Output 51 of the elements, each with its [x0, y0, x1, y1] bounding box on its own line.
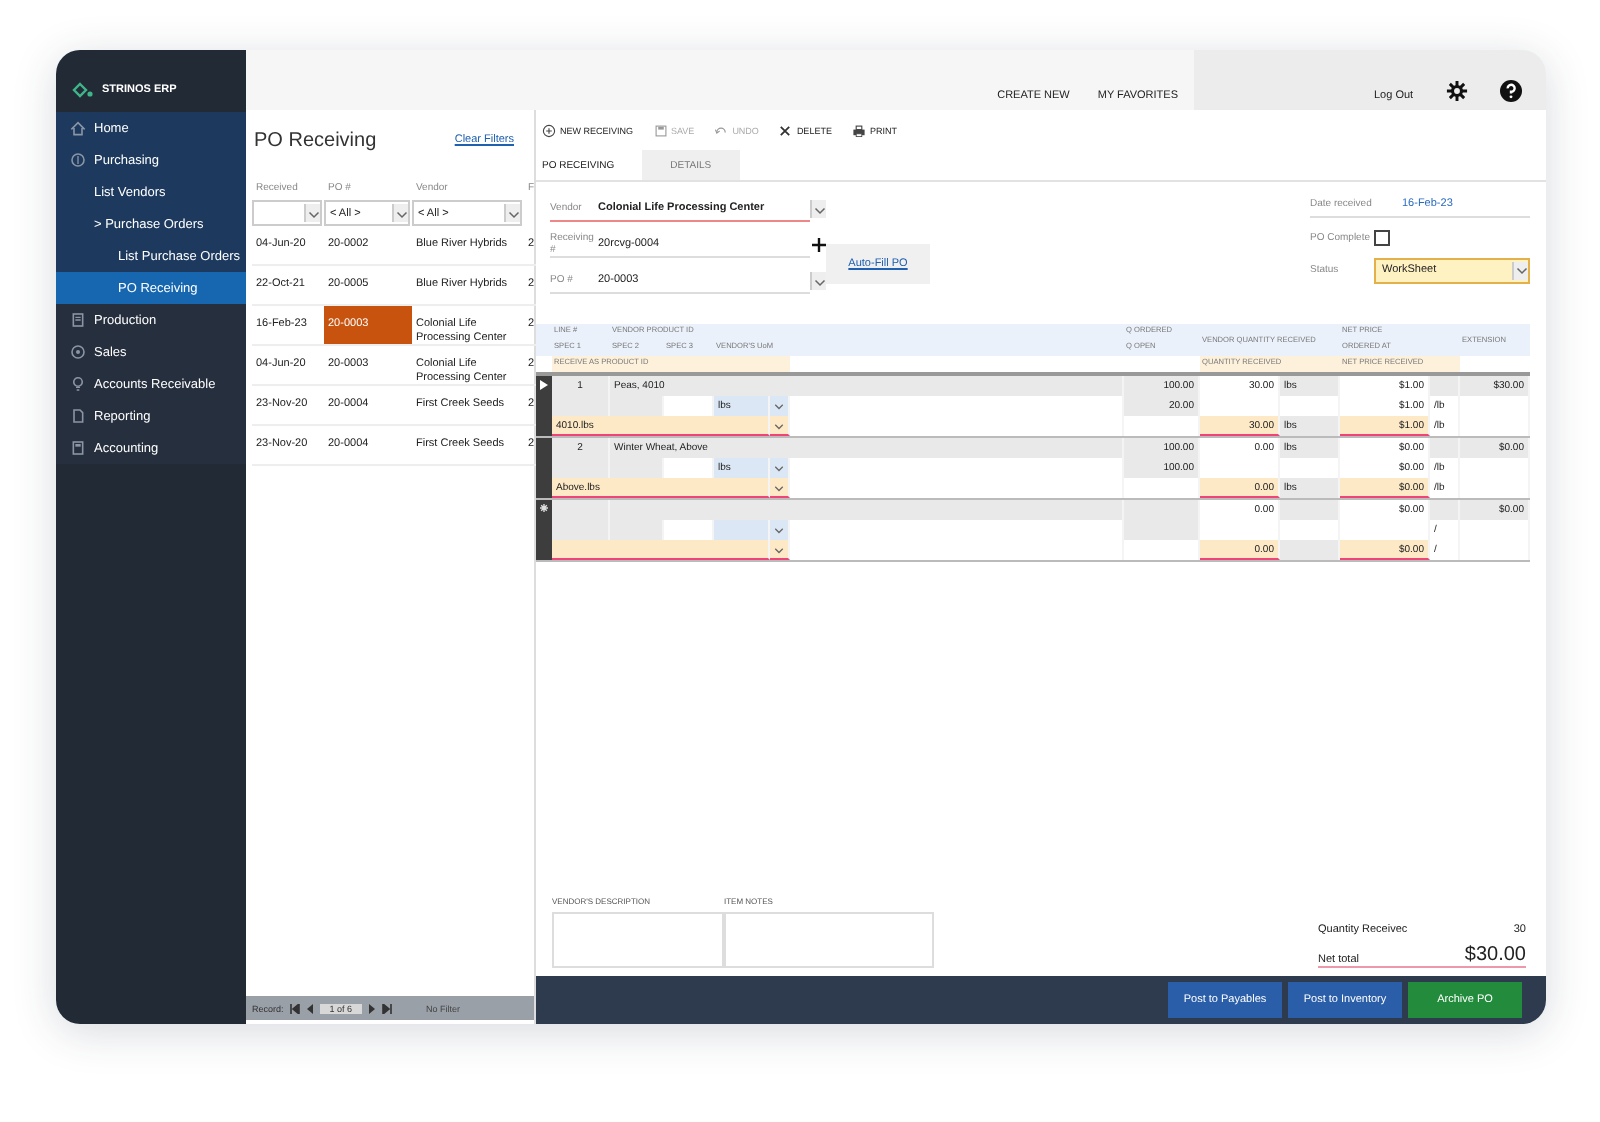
table-cell — [1430, 500, 1460, 520]
table-cell — [552, 458, 610, 478]
vendor-description-field[interactable] — [552, 912, 724, 968]
item-notes-field[interactable] — [724, 912, 934, 968]
record-selector[interactable] — [536, 376, 552, 436]
previous-record-icon[interactable] — [305, 1003, 314, 1013]
asterisk-icon — [540, 504, 548, 512]
clipboard-icon — [70, 312, 86, 328]
table-cell — [1280, 540, 1340, 560]
table-cell — [714, 520, 770, 540]
table-cell — [552, 500, 610, 520]
last-record-icon[interactable] — [382, 1003, 393, 1013]
undo-icon — [714, 123, 729, 137]
first-record-icon[interactable] — [289, 1003, 300, 1013]
calculator-icon — [70, 440, 86, 456]
next-record-icon[interactable] — [368, 1003, 377, 1013]
table-cell — [1124, 500, 1200, 520]
help-icon[interactable] — [1499, 80, 1522, 102]
total-value: $30.00 — [1464, 944, 1526, 966]
receive-as-field[interactable] — [552, 540, 770, 560]
lightbulb-icon — [70, 376, 86, 392]
po-complete-checkbox[interactable] — [1374, 230, 1390, 246]
dropdown-button[interactable] — [810, 272, 826, 290]
delete-icon — [778, 123, 793, 137]
dropdown-button[interactable] — [810, 200, 826, 218]
record-selector[interactable] — [536, 500, 552, 560]
caret-icon[interactable] — [304, 204, 320, 222]
panel-title: PO Receiving — [254, 129, 377, 151]
document-icon — [70, 408, 86, 424]
table-cell — [552, 396, 610, 416]
caret-icon[interactable] — [1512, 261, 1528, 279]
plus-icon[interactable] — [811, 238, 825, 252]
caret-icon[interactable] — [392, 204, 408, 222]
play-icon — [540, 380, 548, 390]
settings-icon[interactable] — [1445, 80, 1468, 102]
logo-icon — [72, 81, 94, 97]
table-cell — [1430, 438, 1460, 458]
table-cell — [552, 520, 610, 540]
table-cell — [1430, 376, 1460, 396]
add-icon — [542, 123, 556, 137]
table-cell — [610, 458, 664, 478]
table-cell — [610, 520, 664, 540]
circle-icon — [70, 344, 86, 360]
table-cell — [1124, 520, 1200, 540]
print-icon — [851, 123, 866, 137]
coin-icon — [70, 152, 86, 168]
home-icon — [70, 120, 86, 136]
table-cell — [1280, 500, 1340, 520]
table-cell — [610, 396, 664, 416]
save-icon — [653, 123, 668, 137]
caret-icon[interactable] — [504, 204, 520, 222]
